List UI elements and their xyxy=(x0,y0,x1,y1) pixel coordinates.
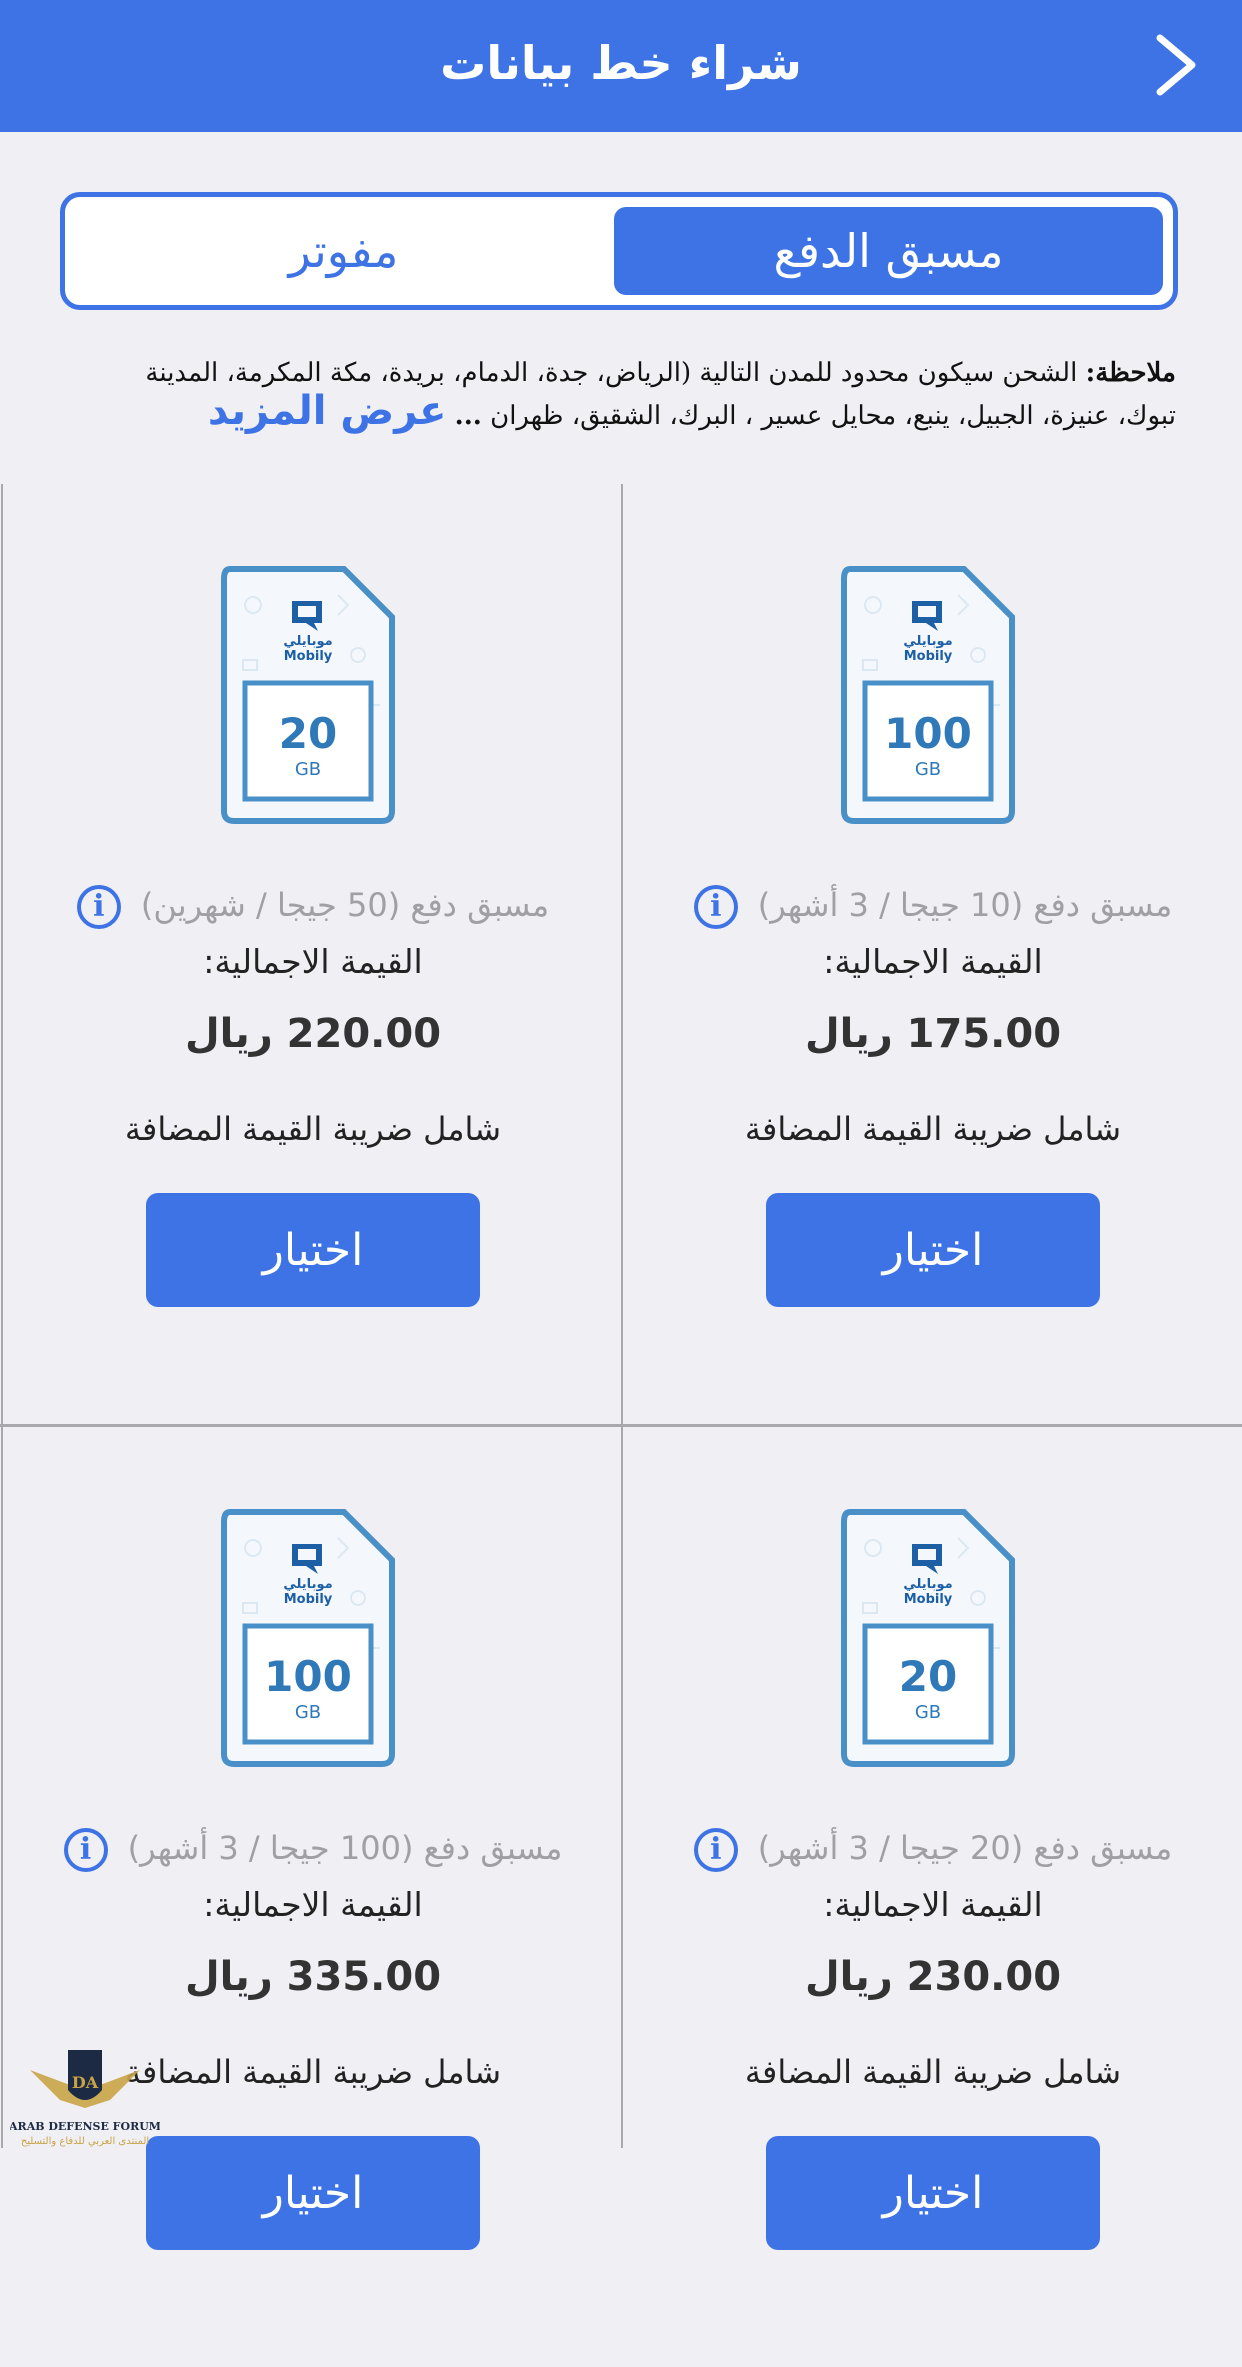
vat-note: شامل ضريبة القيمة المضافة xyxy=(124,1110,502,1148)
sim-brand-en: Mobily xyxy=(904,1592,953,1607)
sim-capacity-unit: GB xyxy=(295,759,321,780)
info-icon[interactable]: i xyxy=(693,885,738,929)
watermark-text-ar: المنتدى العربي للدفاع والتسليح xyxy=(21,2136,149,2147)
plan-name: مسبق دفع (20 جيجا / 3 أشهر) i xyxy=(623,1828,1242,1878)
top-nav-bar: شراء خط بيانات xyxy=(0,0,1242,132)
plan-price: 335.00 ريال xyxy=(184,1954,442,2000)
tab-postpaid[interactable]: مفوتر xyxy=(69,207,618,295)
watermark-text: ARAB DEFENSE FORUM xyxy=(10,2120,160,2133)
total-label: القيمة الاجمالية: xyxy=(823,942,1043,981)
show-more-link[interactable]: عرض المزيد xyxy=(208,388,447,434)
sim-capacity: 100 xyxy=(264,1652,352,1701)
sim-capacity: 20 xyxy=(279,709,337,758)
sim-capacity-unit: GB xyxy=(915,759,941,780)
sim-capacity: 20 xyxy=(899,1652,957,1701)
sim-card-icon: موبايلي Mobily 100 GB xyxy=(221,1509,395,1767)
plan-name-text: مسبق دفع (100 جيجا / 3 أشهر) xyxy=(127,1829,563,1867)
note-ellipsis: ... xyxy=(454,401,482,431)
sim-capacity-unit: GB xyxy=(915,1702,941,1723)
info-icon[interactable]: i xyxy=(693,1828,738,1872)
plan-card: موبايلي Mobily 100 GB مسبق دفع (100 جيجا… xyxy=(3,1427,623,2367)
total-label: القيمة الاجمالية: xyxy=(203,942,423,981)
plan-name: مسبق دفع (50 جيجا / شهرين) i xyxy=(3,885,623,935)
page-title: شراء خط بيانات xyxy=(440,36,802,90)
note-label: ملاحظة: xyxy=(1085,358,1176,388)
sim-capacity: 100 xyxy=(884,709,972,758)
vat-note: شامل ضريبة القيمة المضافة xyxy=(744,2053,1122,2091)
tab-prepaid[interactable]: مسبق الدفع xyxy=(614,207,1163,295)
plan-card: موبايلي Mobily 20 GB مسبق دفع (20 جيجا /… xyxy=(623,1427,1242,2367)
select-plan-button[interactable]: اختيار xyxy=(766,1193,1100,1307)
select-plan-button[interactable]: اختيار xyxy=(146,2136,480,2250)
plan-name-text: مسبق دفع (20 جيجا / 3 أشهر) xyxy=(757,1829,1173,1867)
sim-brand-en: Mobily xyxy=(284,1592,333,1607)
info-icon[interactable]: i xyxy=(76,885,121,929)
sim-brand-ar: موبايلي xyxy=(903,634,952,649)
sim-card-icon: موبايلي Mobily 20 GB xyxy=(221,566,395,824)
total-label: القيمة الاجمالية: xyxy=(823,1885,1043,1924)
plan-card: موبايلي Mobily 100 GB مسبق دفع (10 جيجا … xyxy=(623,484,1242,1424)
sim-brand-en: Mobily xyxy=(284,649,333,664)
total-label: القيمة الاجمالية: xyxy=(203,1885,423,1924)
plan-name: مسبق دفع (100 جيجا / 3 أشهر) i xyxy=(3,1828,623,1878)
plan-type-segmented-control: مسبق الدفع مفوتر xyxy=(60,192,1178,310)
plan-name-text: مسبق دفع (10 جيجا / 3 أشهر) xyxy=(757,886,1173,924)
sim-capacity-unit: GB xyxy=(295,1702,321,1723)
select-plan-button[interactable]: اختيار xyxy=(146,1193,480,1307)
sim-brand-ar: موبايلي xyxy=(903,1577,952,1592)
info-icon[interactable]: i xyxy=(63,1828,108,1872)
plan-price: 230.00 ريال xyxy=(804,1954,1062,2000)
plan-price: 175.00 ريال xyxy=(804,1011,1062,1057)
back-chevron-icon[interactable] xyxy=(1140,30,1210,100)
sim-card-icon: موبايلي Mobily 100 GB xyxy=(841,566,1015,824)
plan-price: 220.00 ريال xyxy=(184,1011,442,1057)
plan-name-text: مسبق دفع (50 جيجا / شهرين) xyxy=(140,886,550,924)
sim-brand-en: Mobily xyxy=(904,649,953,664)
vat-note: شامل ضريبة القيمة المضافة xyxy=(744,1110,1122,1148)
plan-name: مسبق دفع (10 جيجا / 3 أشهر) i xyxy=(623,885,1242,935)
select-plan-button[interactable]: اختيار xyxy=(766,2136,1100,2250)
sim-brand-ar: موبايلي xyxy=(283,1577,332,1592)
plan-card: موبايلي Mobily 20 GB مسبق دفع (50 جيجا /… xyxy=(3,484,623,1424)
sim-brand-ar: موبايلي xyxy=(283,634,332,649)
forum-watermark-logo: DA ARAB DEFENSE FORUM المنتدى العربي للد… xyxy=(8,2030,161,2148)
coverage-note: ملاحظة: الشحن سيكون محدود للمدن التالية … xyxy=(96,354,1176,435)
sim-card-icon: موبايلي Mobily 20 GB xyxy=(841,1509,1015,1767)
svg-text:DA: DA xyxy=(72,2073,99,2092)
